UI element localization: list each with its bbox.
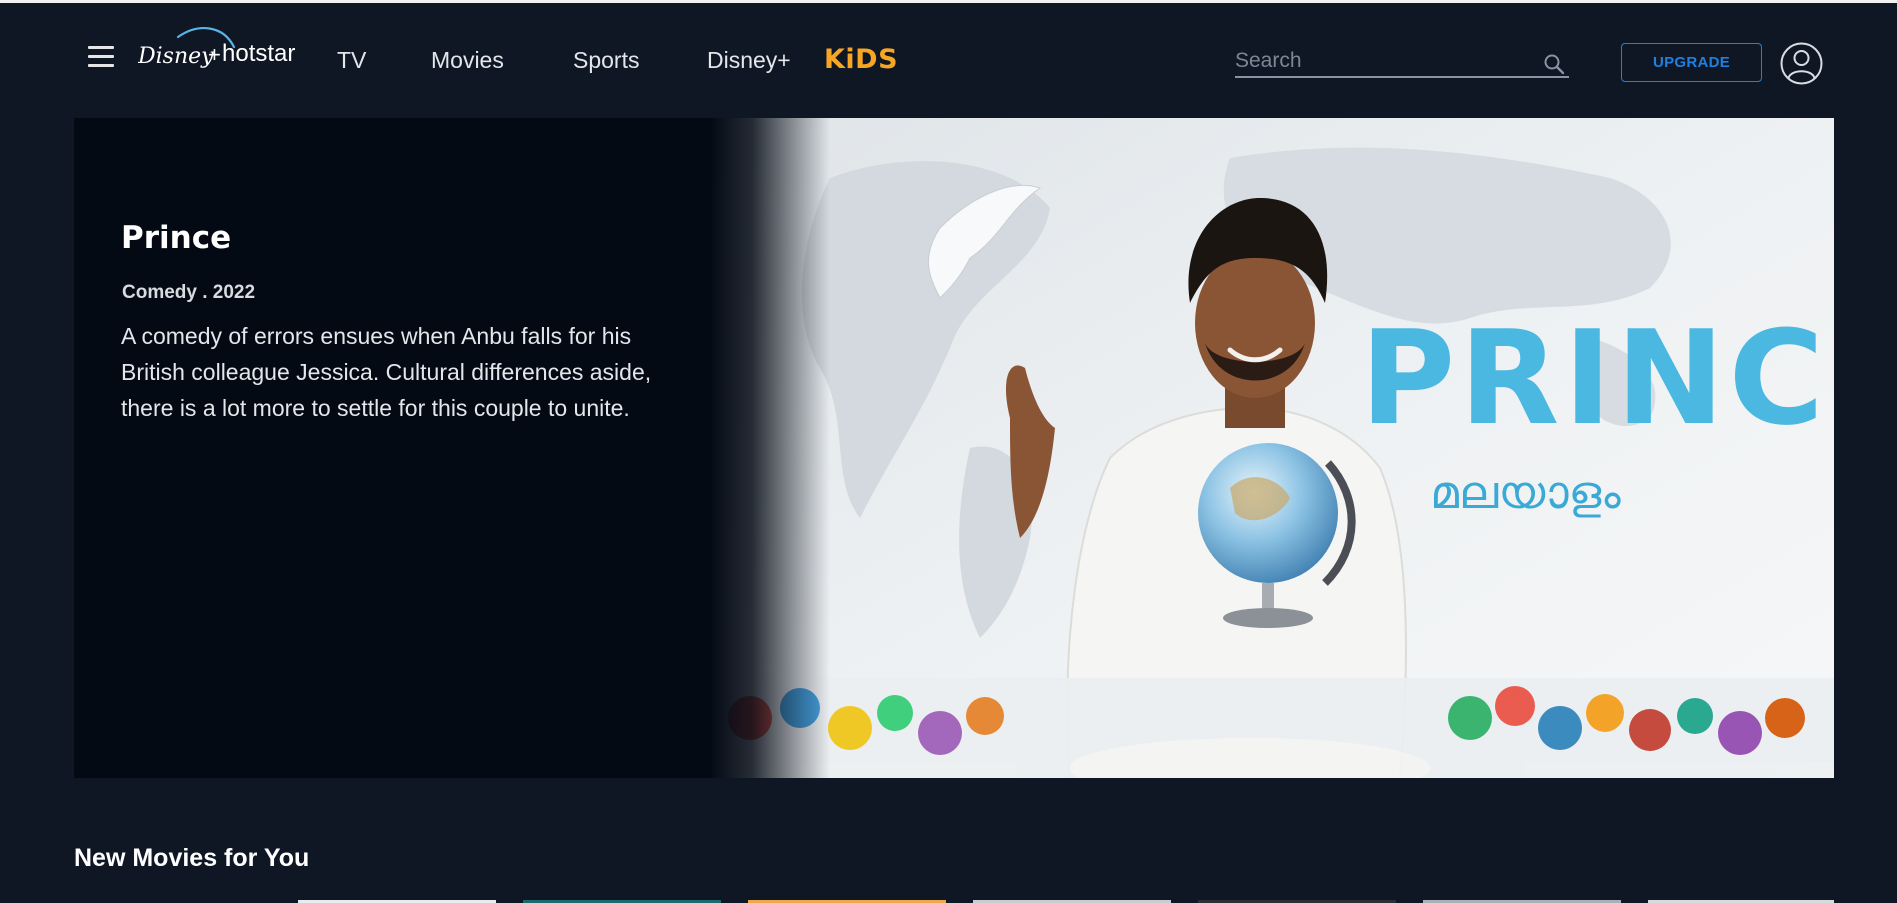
nav-kids[interactable]: KiDS: [824, 44, 898, 75]
hamburger-menu-icon[interactable]: [88, 46, 114, 68]
search-icon[interactable]: [1543, 53, 1565, 75]
nav-tv[interactable]: TV: [337, 47, 366, 74]
search-input[interactable]: [1235, 47, 1525, 75]
nav-sports[interactable]: Sports: [573, 47, 639, 74]
disney-hotstar-logo[interactable]: Disney + hotstar: [138, 23, 310, 79]
hero-fade-overlay: [710, 118, 830, 778]
nav-movies[interactable]: Movies: [431, 47, 504, 74]
svg-text:Disney: Disney: [138, 44, 214, 69]
hero-banner[interactable]: PRINCE മലയാളം Prince Comedy . 2022 A com…: [74, 118, 1834, 778]
svg-text:hotstar: hotstar: [222, 40, 295, 67]
search-bar: [1235, 45, 1569, 78]
poster-title-text: PRINCE: [1360, 302, 1834, 454]
section-title-new-movies: New Movies for You: [74, 844, 310, 872]
hero-title: Prince: [121, 220, 232, 256]
upgrade-button[interactable]: UPGRADE: [1621, 43, 1762, 82]
hero-genre-year: Comedy . 2022: [122, 282, 256, 303]
user-profile-icon[interactable]: [1780, 42, 1823, 85]
poster-subtitle-text: മലയാളം: [1430, 465, 1621, 519]
nav-disney-plus[interactable]: Disney+: [707, 47, 791, 74]
hero-description: A comedy of errors ensues when Anbu fall…: [121, 323, 652, 421]
top-navigation-bar: Disney + hotstar TV Movies Sports Disney…: [0, 3, 1897, 115]
hero-poster-image: PRINCE മലയാളം: [710, 118, 1834, 778]
svg-text:+: +: [208, 42, 221, 67]
